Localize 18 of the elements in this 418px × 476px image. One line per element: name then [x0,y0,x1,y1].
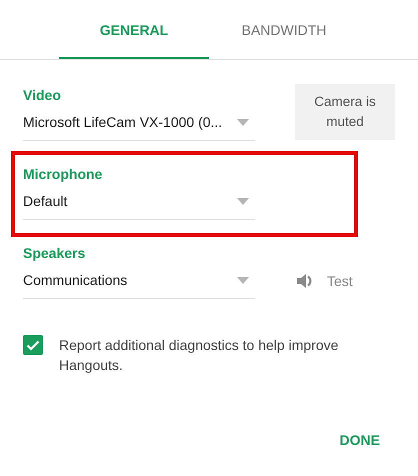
check-icon [26,340,40,350]
speaker-icon [297,273,314,289]
caret-icon [237,276,249,284]
diagnostics-checkbox[interactable] [23,335,43,355]
caret-icon [237,198,249,204]
device-label: Video [23,87,62,103]
done-button[interactable]: DONE [330,422,390,458]
test-button[interactable]: Test [297,270,353,292]
caret-icon [237,118,249,126]
device-label: Speakers [23,245,86,261]
device-select[interactable]: Default [23,182,255,220]
diagnostics-text: Report additional diagnostics to help improve Hangouts. [59,336,340,375]
device-label: Microphone [23,166,104,182]
camera-muted-notice: Camera is muted [295,84,395,140]
tab[interactable]: GENERAL [59,0,209,59]
device-select[interactable]: Microsoft LifeCam VX-1000 (0... [23,103,255,141]
device-select[interactable]: Communications [23,261,255,299]
tab[interactable]: BANDWIDTH [209,0,359,59]
